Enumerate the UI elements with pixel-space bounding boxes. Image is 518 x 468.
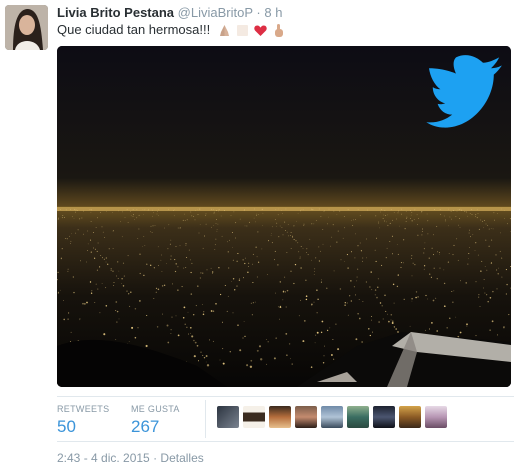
tweet-footer: 2:43 - 4 dic. 2015 · Detalles bbox=[57, 451, 204, 465]
stats-divider-bottom bbox=[57, 441, 514, 442]
liker-avatar[interactable] bbox=[399, 406, 421, 428]
emoji-group bbox=[217, 23, 286, 38]
tweet-header: Livia Brito Pestana @LiviaBritoP · 8 h bbox=[57, 5, 282, 21]
tweet-datetime[interactable]: 2:43 - 4 dic. 2015 bbox=[57, 451, 150, 465]
retweets-count[interactable]: 50 bbox=[57, 416, 109, 438]
hand-pointing-icon bbox=[271, 23, 286, 38]
tweet-text-content: Que ciudad tan hermosa!!! bbox=[57, 22, 211, 37]
likes-count[interactable]: 267 bbox=[131, 416, 180, 438]
author-avatar[interactable] bbox=[5, 5, 48, 50]
likers-avatars bbox=[217, 406, 447, 428]
author-handle[interactable]: @LiviaBritoP bbox=[178, 5, 253, 20]
retweets-stat[interactable]: RETWEETS 50 bbox=[57, 404, 109, 438]
red-heart-icon bbox=[253, 23, 268, 38]
tweet-timestamp[interactable]: 8 h bbox=[264, 5, 282, 20]
stats-divider-top bbox=[57, 396, 514, 397]
footer-separator: · bbox=[153, 451, 158, 465]
liker-avatar[interactable] bbox=[295, 406, 317, 428]
likes-label: ME GUSTA bbox=[131, 404, 180, 414]
liker-avatar[interactable] bbox=[321, 406, 343, 428]
liker-avatar[interactable] bbox=[373, 406, 395, 428]
liker-avatar[interactable] bbox=[217, 406, 239, 428]
folded-hands-icon bbox=[217, 23, 232, 38]
tweet-text: Que ciudad tan hermosa!!! bbox=[57, 22, 286, 38]
folded-hands-icon bbox=[235, 23, 250, 38]
header-separator: · bbox=[256, 5, 261, 20]
liker-avatar[interactable] bbox=[425, 406, 447, 428]
tweet-photo[interactable] bbox=[57, 46, 511, 387]
likes-stat[interactable]: ME GUSTA 267 bbox=[131, 404, 180, 438]
details-link[interactable]: Detalles bbox=[160, 451, 203, 465]
author-name[interactable]: Livia Brito Pestana bbox=[57, 5, 174, 20]
stats-vertical-divider bbox=[205, 400, 206, 438]
liker-avatar[interactable] bbox=[347, 406, 369, 428]
liker-avatar[interactable] bbox=[269, 406, 291, 428]
liker-avatar[interactable] bbox=[243, 406, 265, 428]
retweets-label: RETWEETS bbox=[57, 404, 110, 414]
